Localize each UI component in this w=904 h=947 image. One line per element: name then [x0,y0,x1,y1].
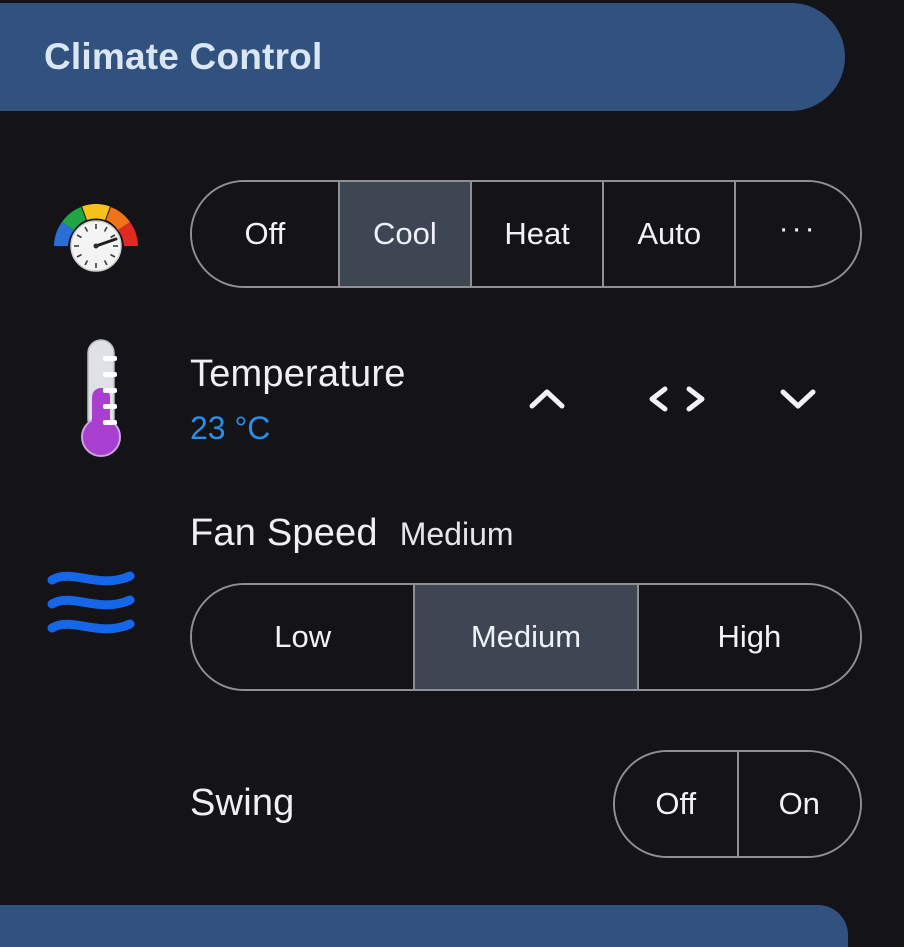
fan-option-low[interactable]: Low [192,585,416,689]
mode-segmented-control[interactable]: Off Cool Heat Auto ··· [190,180,862,288]
temperature-label: Temperature [190,353,406,395]
page-title: Climate Control [44,36,323,77]
swing-option-off[interactable]: Off [615,752,739,856]
chevron-down-icon [778,386,818,417]
swing-label: Swing [190,782,295,824]
app-header: Climate Control [0,3,845,111]
mode-option-auto[interactable]: Auto [604,182,737,286]
fan-speed-segmented-control[interactable]: Low Medium High [190,583,862,691]
temperature-value: 23 °C [190,410,271,446]
fan-option-high[interactable]: High [638,585,860,689]
gauge-icon [48,184,144,280]
swing-segmented-control[interactable]: Off On [613,750,862,858]
thermometer-icon [62,334,142,464]
temperature-text-group: Temperature 23 °C [190,352,406,448]
mode-option-off[interactable]: Off [192,182,340,286]
temperature-adjust-button[interactable] [633,372,723,430]
temperature-actions [505,372,865,430]
fan-speed-value: Medium [399,516,514,552]
airflow-waves-icon [38,558,148,648]
bottom-bar [0,905,848,947]
swing-option-on[interactable]: On [738,752,860,856]
chevron-up-icon [527,386,567,417]
temperature-decrease-button[interactable] [768,372,828,430]
fan-option-medium[interactable]: Medium [415,585,639,689]
fan-speed-heading: Fan Speed Medium [190,512,514,555]
climate-control-screen: Climate Control Off Cool Heat Auto ··· T… [0,0,904,947]
mode-overflow-button[interactable]: ··· [736,182,860,286]
mode-option-heat[interactable]: Heat [471,182,605,286]
chevron-left-right-icon [643,384,713,419]
temperature-increase-button[interactable] [517,372,577,430]
mode-option-cool[interactable]: Cool [339,182,472,286]
fan-speed-label: Fan Speed [190,512,378,554]
